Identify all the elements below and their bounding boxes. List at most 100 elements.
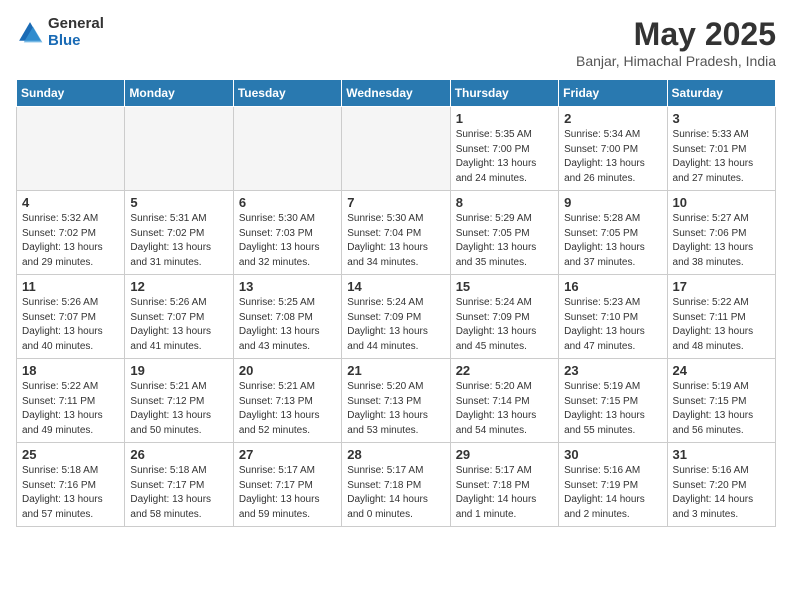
table-row: 6Sunrise: 5:30 AM Sunset: 7:03 PM Daylig… xyxy=(233,191,341,275)
day-detail: Sunrise: 5:24 AM Sunset: 7:09 PM Dayligh… xyxy=(456,296,553,354)
table-row: 12 Sunrise: 5:26 AM Sunset: 7:07 PM Dayli… xyxy=(125,275,233,359)
day-detail: Sunrise: 5:33 AM Sunset: 7:01 PM Dayligh… xyxy=(673,128,770,186)
day-number: 16 xyxy=(564,279,661,294)
calendar-week-row: 1Sunrise: 5:35 AM Sunset: 7:00 PM Daylig… xyxy=(17,107,776,191)
table-row: 25Sunrise: 5:18 AM Sunset: 7:16 PM Dayli… xyxy=(17,443,125,527)
table-row: 28 Sunrise: 5:17 AM Sunset: 7:18 PM Dayli… xyxy=(342,443,450,527)
day-detail: Sunrise: 5:34 AM Sunset: 7:00 PM Dayligh… xyxy=(564,128,661,186)
day-number: 1 xyxy=(456,111,553,126)
day-number: 12 xyxy=(130,279,227,294)
table-row: 18 Sunrise: 5:22 AM Sunset: 7:11 PM Dayli… xyxy=(17,359,125,443)
table-row xyxy=(342,107,450,191)
header-monday: Monday xyxy=(125,80,233,107)
day-number: 7 xyxy=(347,195,444,210)
header-sunday: Sunday xyxy=(17,80,125,107)
day-number: 28 xyxy=(347,447,444,462)
day-number: 29 xyxy=(456,447,553,462)
day-detail: Sunrise: 5:32 AM Sunset: 7:02 PM Dayligh… xyxy=(22,212,119,270)
header-tuesday: Tuesday xyxy=(233,80,341,107)
header-wednesday: Wednesday xyxy=(342,80,450,107)
day-number: 22 xyxy=(456,363,553,378)
title-block: May 2025 Banjar, Himachal Pradesh, India xyxy=(576,16,776,69)
day-number: 14 xyxy=(347,279,444,294)
calendar-week-row: 4 Sunrise: 5:32 AM Sunset: 7:02 PM Daylig… xyxy=(17,191,776,275)
table-row xyxy=(233,107,341,191)
calendar-week-row: 18 Sunrise: 5:22 AM Sunset: 7:11 PM Dayli… xyxy=(17,359,776,443)
day-detail: Sunrise: 5:19 AM Sunset: 7:15 PM Dayligh… xyxy=(564,380,661,438)
day-detail: Sunrise: 5:26 AM Sunset: 7:07 PM Dayligh… xyxy=(22,296,119,354)
day-number: 8 xyxy=(456,195,553,210)
day-detail: Sunrise: 5:24 AM Sunset: 7:09 PM Dayligh… xyxy=(347,296,444,354)
table-row: 24 Sunrise: 5:19 AM Sunset: 7:15 PM Dayli… xyxy=(667,359,775,443)
day-detail: Sunrise: 5:29 AM Sunset: 7:05 PM Dayligh… xyxy=(456,212,553,270)
day-detail: Sunrise: 5:26 AM Sunset: 7:07 PM Dayligh… xyxy=(130,296,227,354)
day-number: 2 xyxy=(564,111,661,126)
day-number: 17 xyxy=(673,279,770,294)
day-number: 4 xyxy=(22,195,119,210)
day-detail: Sunrise: 5:17 AM Sunset: 7:18 PM Dayligh… xyxy=(347,464,444,522)
table-row: 2 Sunrise: 5:34 AM Sunset: 7:00 PM Daylig… xyxy=(559,107,667,191)
day-detail: Sunrise: 5:28 AM Sunset: 7:05 PM Dayligh… xyxy=(564,212,661,270)
table-row: 9 Sunrise: 5:28 AM Sunset: 7:05 PM Daylig… xyxy=(559,191,667,275)
header-saturday: Saturday xyxy=(667,80,775,107)
day-detail: Sunrise: 5:27 AM Sunset: 7:06 PM Dayligh… xyxy=(673,212,770,270)
table-row: 14 Sunrise: 5:24 AM Sunset: 7:09 PM Dayli… xyxy=(342,275,450,359)
day-number: 5 xyxy=(130,195,227,210)
table-row: 7Sunrise: 5:30 AM Sunset: 7:04 PM Daylig… xyxy=(342,191,450,275)
table-row: 29Sunrise: 5:17 AM Sunset: 7:18 PM Dayli… xyxy=(450,443,558,527)
day-detail: Sunrise: 5:22 AM Sunset: 7:11 PM Dayligh… xyxy=(673,296,770,354)
table-row: 8 Sunrise: 5:29 AM Sunset: 7:05 PM Daylig… xyxy=(450,191,558,275)
table-row xyxy=(125,107,233,191)
table-row: 1Sunrise: 5:35 AM Sunset: 7:00 PM Daylig… xyxy=(450,107,558,191)
day-detail: Sunrise: 5:22 AM Sunset: 7:11 PM Dayligh… xyxy=(22,380,119,438)
day-detail: Sunrise: 5:19 AM Sunset: 7:15 PM Dayligh… xyxy=(673,380,770,438)
table-row: 17 Sunrise: 5:22 AM Sunset: 7:11 PM Dayli… xyxy=(667,275,775,359)
logo-icon xyxy=(16,19,44,47)
day-number: 9 xyxy=(564,195,661,210)
day-number: 31 xyxy=(673,447,770,462)
day-number: 11 xyxy=(22,279,119,294)
day-number: 20 xyxy=(239,363,336,378)
day-number: 19 xyxy=(130,363,227,378)
table-row: 21 Sunrise: 5:20 AM Sunset: 7:13 PM Dayli… xyxy=(342,359,450,443)
table-row: 11 Sunrise: 5:26 AM Sunset: 7:07 PM Dayli… xyxy=(17,275,125,359)
table-row: 30 Sunrise: 5:16 AM Sunset: 7:19 PM Dayli… xyxy=(559,443,667,527)
table-row xyxy=(17,107,125,191)
table-row: 4 Sunrise: 5:32 AM Sunset: 7:02 PM Daylig… xyxy=(17,191,125,275)
calendar-subtitle: Banjar, Himachal Pradesh, India xyxy=(576,53,776,69)
logo: General Blue xyxy=(16,16,104,49)
day-detail: Sunrise: 5:20 AM Sunset: 7:14 PM Dayligh… xyxy=(456,380,553,438)
table-row: 27Sunrise: 5:17 AM Sunset: 7:17 PM Dayli… xyxy=(233,443,341,527)
day-detail: Sunrise: 5:18 AM Sunset: 7:17 PM Dayligh… xyxy=(130,464,227,522)
calendar-table: Sunday Monday Tuesday Wednesday Thursday… xyxy=(16,79,776,527)
table-row: 23 Sunrise: 5:19 AM Sunset: 7:15 PM Dayli… xyxy=(559,359,667,443)
day-number: 15 xyxy=(456,279,553,294)
day-number: 27 xyxy=(239,447,336,462)
day-number: 24 xyxy=(673,363,770,378)
day-detail: Sunrise: 5:31 AM Sunset: 7:02 PM Dayligh… xyxy=(130,212,227,270)
day-detail: Sunrise: 5:25 AM Sunset: 7:08 PM Dayligh… xyxy=(239,296,336,354)
day-detail: Sunrise: 5:20 AM Sunset: 7:13 PM Dayligh… xyxy=(347,380,444,438)
calendar-week-row: 25Sunrise: 5:18 AM Sunset: 7:16 PM Dayli… xyxy=(17,443,776,527)
day-number: 21 xyxy=(347,363,444,378)
day-detail: Sunrise: 5:16 AM Sunset: 7:19 PM Dayligh… xyxy=(564,464,661,522)
header-thursday: Thursday xyxy=(450,80,558,107)
table-row: 26Sunrise: 5:18 AM Sunset: 7:17 PM Dayli… xyxy=(125,443,233,527)
day-number: 6 xyxy=(239,195,336,210)
logo-blue-text: Blue xyxy=(48,33,104,50)
table-row: 15 Sunrise: 5:24 AM Sunset: 7:09 PM Dayli… xyxy=(450,275,558,359)
day-detail: Sunrise: 5:23 AM Sunset: 7:10 PM Dayligh… xyxy=(564,296,661,354)
table-row: 10Sunrise: 5:27 AM Sunset: 7:06 PM Dayli… xyxy=(667,191,775,275)
page-header: General Blue May 2025 Banjar, Himachal P… xyxy=(16,16,776,69)
day-number: 23 xyxy=(564,363,661,378)
day-number: 30 xyxy=(564,447,661,462)
table-row: 31Sunrise: 5:16 AM Sunset: 7:20 PM Dayli… xyxy=(667,443,775,527)
calendar-week-row: 11 Sunrise: 5:26 AM Sunset: 7:07 PM Dayli… xyxy=(17,275,776,359)
calendar-title: May 2025 xyxy=(576,16,776,53)
day-number: 25 xyxy=(22,447,119,462)
table-row: 22 Sunrise: 5:20 AM Sunset: 7:14 PM Dayli… xyxy=(450,359,558,443)
table-row: 13Sunrise: 5:25 AM Sunset: 7:08 PM Dayli… xyxy=(233,275,341,359)
logo-general-text: General xyxy=(48,16,104,33)
day-number: 18 xyxy=(22,363,119,378)
table-row: 3Sunrise: 5:33 AM Sunset: 7:01 PM Daylig… xyxy=(667,107,775,191)
